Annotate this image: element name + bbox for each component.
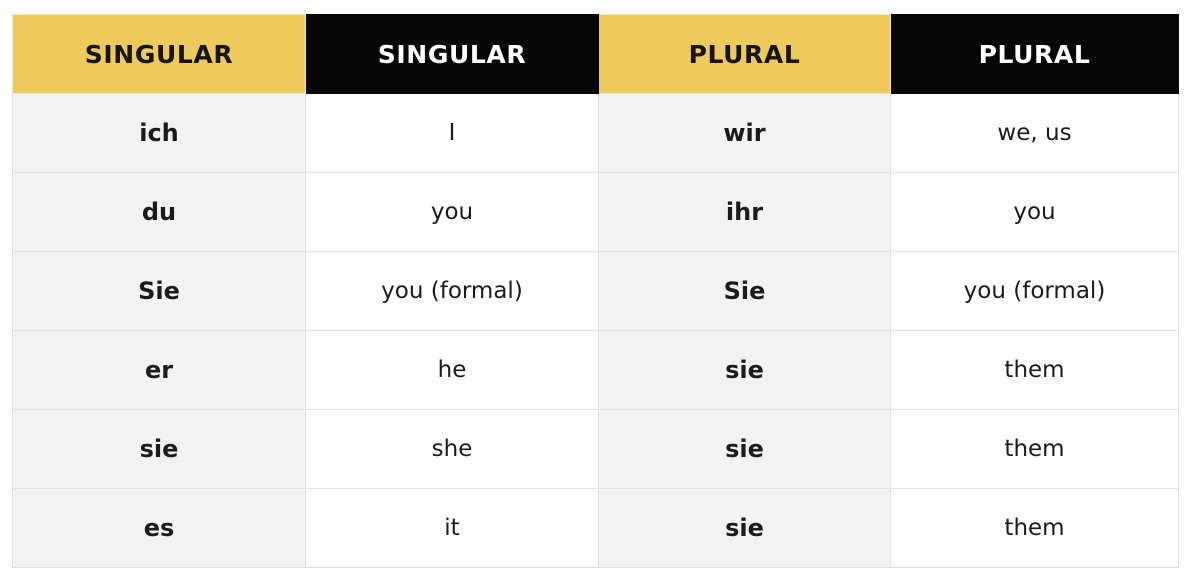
cell-singular-term: er [12,330,306,410]
cell-plural-term: ihr [598,172,891,252]
cell-singular-gloss: it [305,488,599,568]
cell-plural-term: sie [598,330,891,410]
cell-plural-term: Sie [598,251,891,331]
cell-singular-gloss: he [305,330,599,410]
cell-plural-gloss: them [890,330,1179,410]
table-row: sie she sie them [12,409,1179,489]
table-row: ich I wir we, us [12,93,1179,173]
cell-singular-gloss: I [305,93,599,173]
table-row: du you ihr you [12,172,1179,252]
table-row: es it sie them [12,488,1179,568]
table-row: er he sie them [12,330,1179,410]
cell-singular-term: du [12,172,306,252]
cell-singular-term: ich [12,93,306,173]
cell-plural-gloss: we, us [890,93,1179,173]
cell-plural-term: wir [598,93,891,173]
cell-plural-term: sie [598,409,891,489]
column-header-plural-gloss: PLURAL [890,14,1179,94]
column-header-singular-gloss: SINGULAR [305,14,599,94]
cell-plural-term: sie [598,488,891,568]
table-header: SINGULAR SINGULAR PLURAL PLURAL [12,14,1179,94]
cell-singular-gloss: you [305,172,599,252]
table-body: ich I wir we, us du you ihr you Sie you … [12,93,1179,568]
header-row: SINGULAR SINGULAR PLURAL PLURAL [12,14,1179,94]
cell-plural-gloss: them [890,488,1179,568]
cell-plural-gloss: them [890,409,1179,489]
cell-plural-gloss: you [890,172,1179,252]
pronoun-table-container: SINGULAR SINGULAR PLURAL PLURAL ich I wi… [12,14,1179,568]
german-pronouns-table: SINGULAR SINGULAR PLURAL PLURAL ich I wi… [12,14,1179,568]
cell-singular-term: sie [12,409,306,489]
column-header-singular-term: SINGULAR [12,14,306,94]
cell-singular-term: es [12,488,306,568]
cell-plural-gloss: you (formal) [890,251,1179,331]
column-header-plural-term: PLURAL [598,14,891,94]
cell-singular-gloss: she [305,409,599,489]
table-row: Sie you (formal) Sie you (formal) [12,251,1179,331]
cell-singular-term: Sie [12,251,306,331]
cell-singular-gloss: you (formal) [305,251,599,331]
